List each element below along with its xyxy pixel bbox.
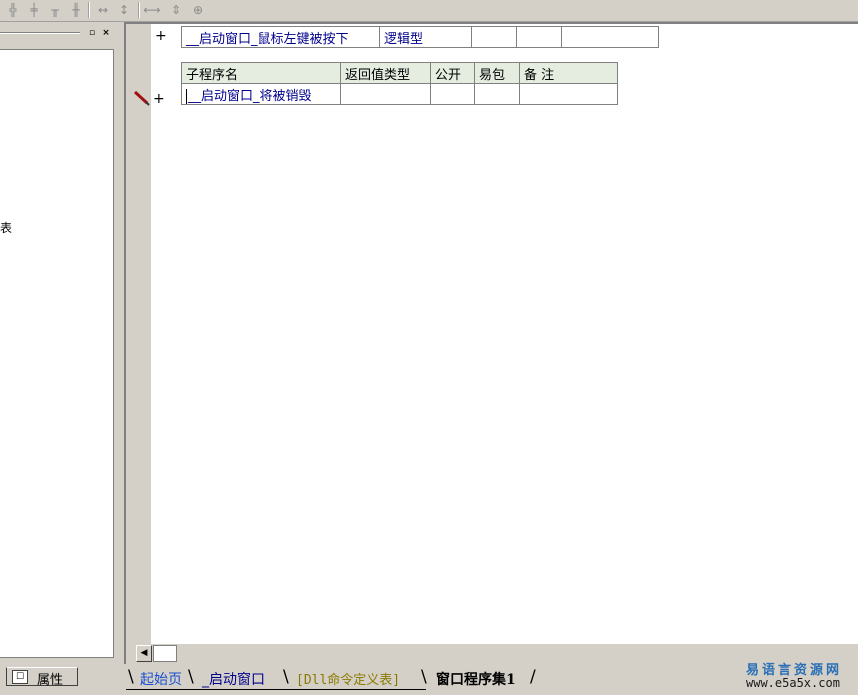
property-tab[interactable]: ☐ 属性 xyxy=(6,667,78,688)
header-remark: 备 注 xyxy=(519,62,618,84)
easy-package-cell[interactable] xyxy=(474,83,520,105)
text-caret xyxy=(186,88,187,104)
event-name-cell[interactable]: __启动窗口_鼠标左键被按下 xyxy=(181,26,380,48)
tab-baseline xyxy=(126,689,426,690)
expand-plus-event[interactable]: + xyxy=(155,28,167,44)
header-return-type: 返回值类型 xyxy=(340,62,431,84)
document-tabs: \ 起始页 \ _启动窗口 \ [Dll命令定义表] \ 窗口程序集1 / xyxy=(126,667,726,691)
header-public: 公开 xyxy=(430,62,475,84)
table-row: __启动窗口_鼠标左键被按下 逻辑型 xyxy=(181,26,659,48)
align-left-icon[interactable]: ╬ xyxy=(3,1,23,19)
property-icon: ☐ xyxy=(12,670,28,684)
watermark-url: www.e5a5x.com xyxy=(746,676,840,690)
code-editor[interactable] xyxy=(151,24,858,644)
tab-divider: \ xyxy=(421,667,427,687)
tab-divider: \ xyxy=(188,667,194,687)
empty-cell[interactable] xyxy=(516,26,562,48)
panel-close-icon[interactable]: × xyxy=(101,28,111,38)
tab-divider: \ xyxy=(283,667,289,687)
left-panel: ▫ × 表 xyxy=(0,22,119,664)
expand-plus-subroutine[interactable]: + xyxy=(153,91,165,107)
subroutine-name-cell[interactable]: __启动窗口_将被销毁 xyxy=(181,83,341,105)
header-easy-package: 易包 xyxy=(474,62,520,84)
editor-gutter xyxy=(126,24,151,644)
subroutine-name-text: __启动窗口_将被销毁 xyxy=(188,88,312,104)
align-middle-icon[interactable]: ╫ xyxy=(66,1,86,19)
subroutine-table: 子程序名 返回值类型 公开 易包 备 注 __启动窗口_将被销毁 xyxy=(181,62,618,105)
pencil-icon xyxy=(133,90,150,106)
equal-width-icon[interactable]: ↔ xyxy=(93,1,113,19)
panel-body[interactable]: 表 xyxy=(0,49,114,658)
toolbar-separator xyxy=(138,2,140,18)
tab-start-page[interactable]: 起始页 xyxy=(140,669,182,689)
property-tab-label: 属性 xyxy=(37,673,64,688)
toolbar-separator xyxy=(88,2,90,18)
tab-window-assembly[interactable]: 窗口程序集1 xyxy=(436,669,516,689)
panel-grip[interactable] xyxy=(0,32,80,34)
public-cell[interactable] xyxy=(430,83,475,105)
tab-startup-window[interactable]: _启动窗口 xyxy=(202,669,265,689)
equal-size-v-icon[interactable]: ⇕ xyxy=(166,1,186,19)
tab-divider: \ xyxy=(128,667,134,687)
panel-restore-icon[interactable]: ▫ xyxy=(87,28,97,38)
scroll-left-icon[interactable]: ◀ xyxy=(136,645,152,662)
align-center-icon[interactable]: ╪ xyxy=(24,1,44,19)
tab-dll-commands[interactable]: [Dll命令定义表] xyxy=(296,669,400,688)
event-table: __启动窗口_鼠标左键被按下 逻辑型 xyxy=(181,26,659,48)
scroll-track[interactable] xyxy=(153,645,177,662)
panel-cut-text: 表 xyxy=(0,221,13,235)
toolbar: ╬ ╪ ╥ ╫ ↔ ↕ ⟷ ⇕ ⊕ xyxy=(0,0,858,22)
table-row: __启动窗口_将被销毁 xyxy=(181,83,618,105)
return-type-cell[interactable] xyxy=(340,83,431,105)
table-header-row: 子程序名 返回值类型 公开 易包 备 注 xyxy=(181,62,618,84)
empty-cell[interactable] xyxy=(471,26,517,48)
tab-divider: / xyxy=(530,667,536,687)
align-top-icon[interactable]: ╥ xyxy=(45,1,65,19)
equal-height-icon[interactable]: ↕ xyxy=(114,1,134,19)
event-type-cell[interactable]: 逻辑型 xyxy=(379,26,472,48)
empty-cell[interactable] xyxy=(561,26,659,48)
panel-header: ▫ × xyxy=(0,26,119,40)
remark-cell[interactable] xyxy=(519,83,618,105)
header-subroutine-name: 子程序名 xyxy=(181,62,341,84)
equal-size-icon[interactable]: ⊕ xyxy=(188,1,208,19)
equal-size-h-icon[interactable]: ⟷ xyxy=(142,1,162,19)
